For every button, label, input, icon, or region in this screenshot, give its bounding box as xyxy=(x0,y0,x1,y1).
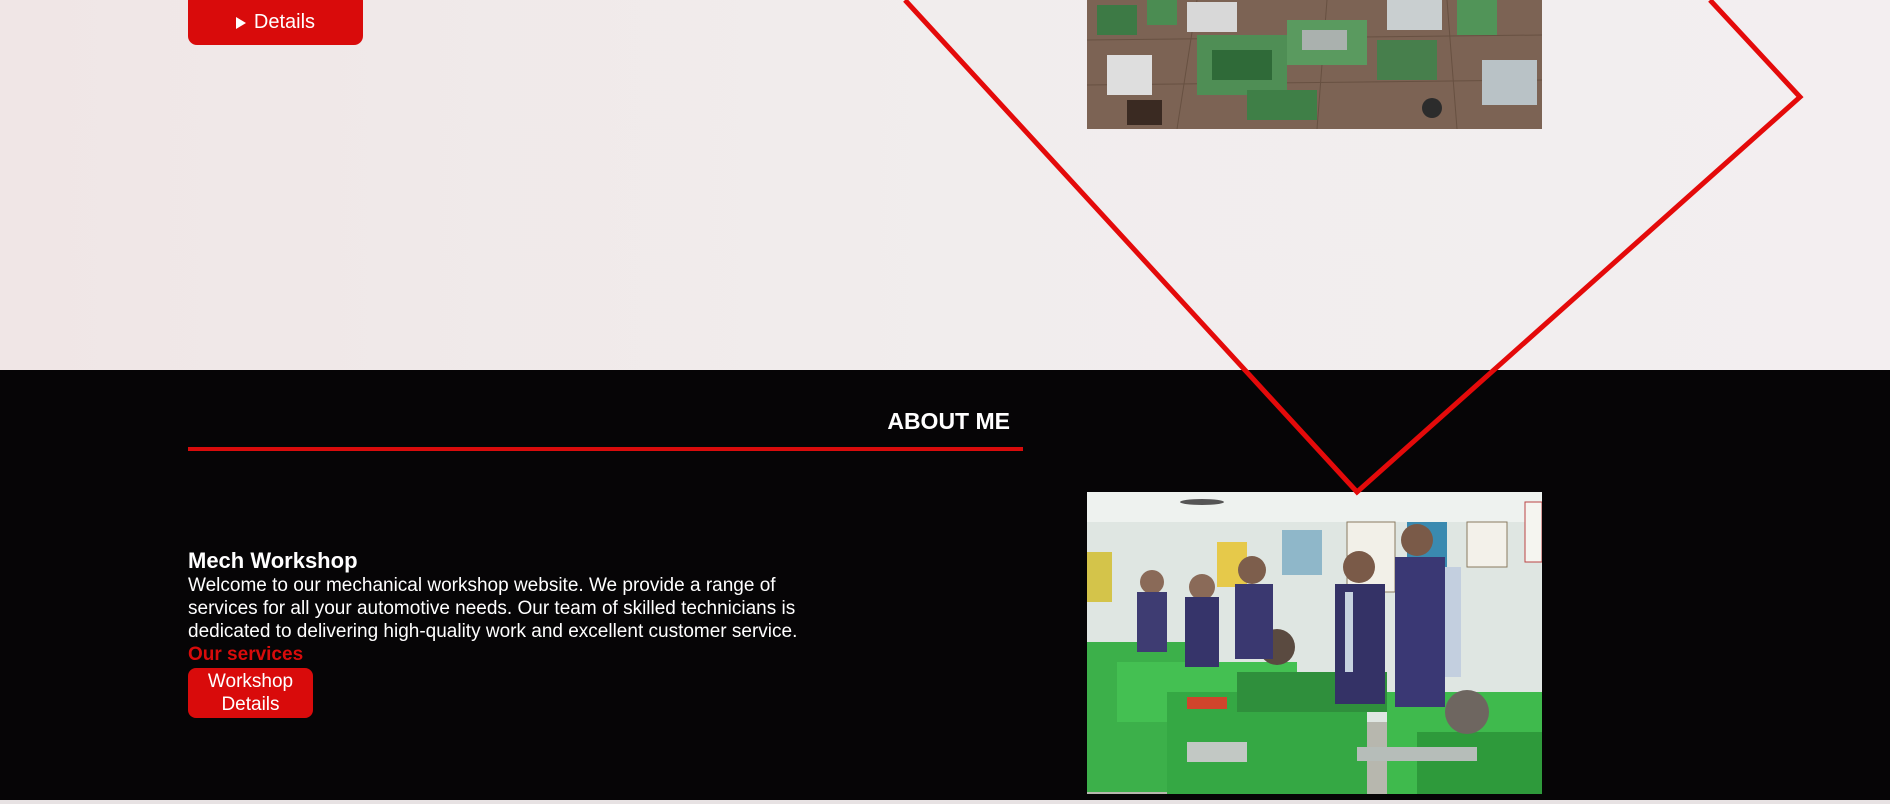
about-heading: Mech Workshop xyxy=(188,548,358,573)
about-title-underline xyxy=(188,447,1023,451)
details-button[interactable]: Details xyxy=(188,0,363,45)
workshop-details-button[interactable]: Workshop Details xyxy=(188,668,313,718)
about-paragraph: Welcome to our mechanical workshop websi… xyxy=(188,575,798,642)
hero-section: Details xyxy=(0,0,1890,370)
page: Details ABOUT ME Mech Workshop Welcome t… xyxy=(0,0,1890,804)
bottom-divider xyxy=(0,800,1890,804)
about-content: Mech Workshop Welcome to our mechanical … xyxy=(188,548,808,718)
about-section-title: ABOUT ME xyxy=(887,408,1010,434)
workshop-machines-image xyxy=(1087,0,1542,129)
services-link[interactable]: Our services xyxy=(188,643,808,666)
students-workshop-image xyxy=(1087,492,1542,794)
details-button-label: Details xyxy=(253,11,316,33)
play-icon xyxy=(235,16,246,29)
